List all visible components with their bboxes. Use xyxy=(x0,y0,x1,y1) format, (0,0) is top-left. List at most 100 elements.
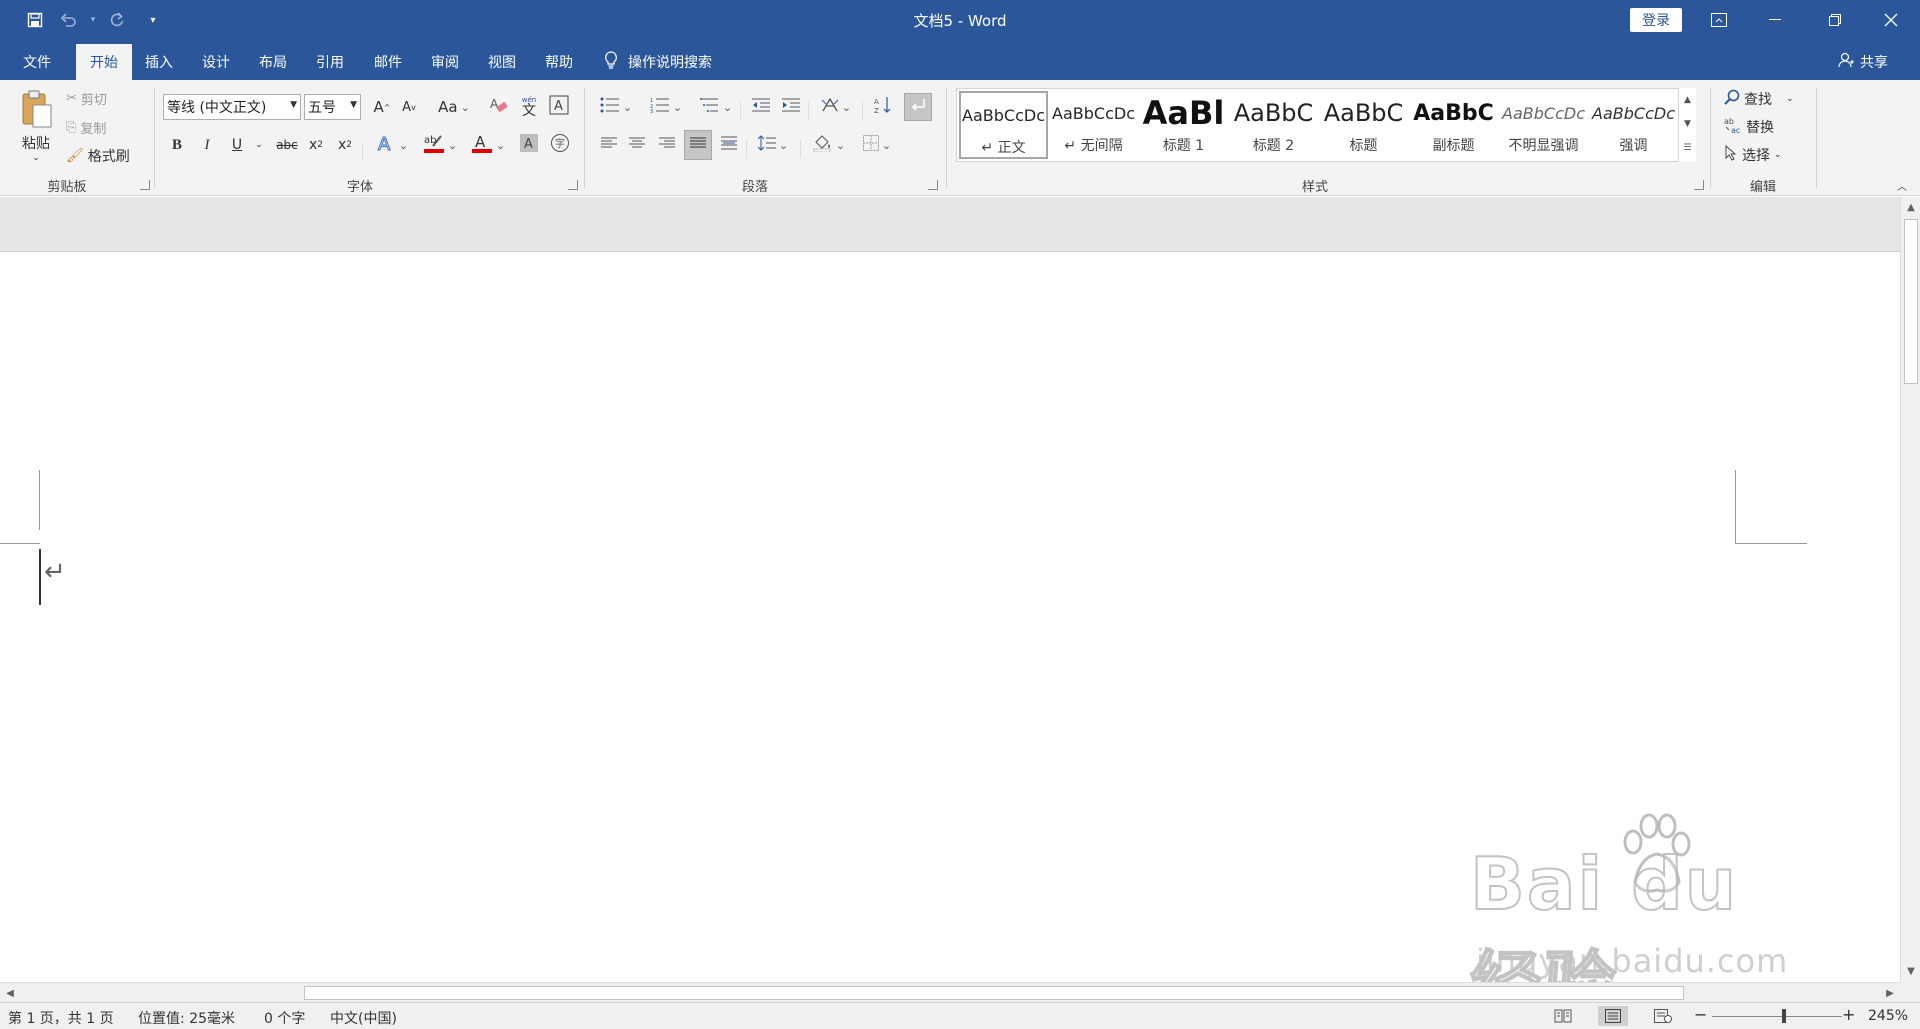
style-normal[interactable]: AaBbCcDc ↵ 正文 xyxy=(959,91,1048,159)
vertical-scrollbar[interactable]: ▲ ▼ xyxy=(1900,197,1920,982)
enclose-characters-button[interactable]: 字 xyxy=(547,132,573,158)
gallery-more-icon[interactable]: ☰ xyxy=(1679,136,1696,160)
justify-button[interactable] xyxy=(684,130,712,160)
style-subtle-emphasis[interactable]: AaBbCcDc 不明显强调 xyxy=(1499,91,1588,159)
cut-button[interactable]: ✂ 剪切 xyxy=(66,88,107,108)
underline-button[interactable]: U xyxy=(226,132,248,158)
style-emphasis[interactable]: AaBbCcDc 强调 xyxy=(1589,91,1678,159)
tell-me-search[interactable]: 操作说明搜索 xyxy=(604,44,712,80)
change-case-button[interactable]: Aa xyxy=(432,94,476,120)
tab-layout[interactable]: 布局 xyxy=(250,44,296,80)
tab-help[interactable]: 帮助 xyxy=(536,44,582,80)
tab-file[interactable]: 文件 xyxy=(14,44,60,80)
strikethrough-button[interactable]: abc xyxy=(274,132,300,158)
align-center-button[interactable] xyxy=(624,132,650,158)
scroll-down-icon[interactable]: ▼ xyxy=(1903,963,1919,979)
bullets-button[interactable] xyxy=(594,94,638,120)
underline-dropdown-icon[interactable]: ⌄ xyxy=(252,132,266,158)
subscript-button[interactable]: x2 xyxy=(305,132,327,158)
font-dialog-launcher-icon[interactable] xyxy=(568,180,578,190)
borders-button[interactable] xyxy=(856,132,898,158)
bold-button[interactable]: B xyxy=(166,132,188,158)
copy-button[interactable]: ⎘ 复制 xyxy=(66,117,106,137)
highlight-color-button[interactable]: ab xyxy=(420,130,460,160)
paste-button[interactable]: 粘贴 ⌄ xyxy=(14,86,58,166)
tab-review[interactable]: 审阅 xyxy=(422,44,468,80)
chevron-down-icon[interactable]: ▼ xyxy=(350,100,357,110)
replace-button[interactable]: ab ac 替换 xyxy=(1724,116,1774,138)
text-effects-button[interactable]: A xyxy=(372,132,412,158)
scroll-up-icon[interactable]: ▲ xyxy=(1903,199,1919,215)
superscript-button[interactable]: x2 xyxy=(334,132,356,158)
tab-references[interactable]: 引用 xyxy=(307,44,353,80)
decrease-indent-button[interactable] xyxy=(748,94,774,120)
paste-dropdown-icon[interactable]: ⌄ xyxy=(32,153,40,163)
chevron-down-icon[interactable]: ⌄ xyxy=(1786,94,1794,104)
character-border-button[interactable]: A xyxy=(547,94,571,120)
align-right-button[interactable] xyxy=(654,132,680,158)
font-family-combo[interactable]: 等线 (中文正文) ▼ xyxy=(163,94,301,120)
word-count[interactable]: 0 个字 xyxy=(264,1008,305,1028)
zoom-in-icon[interactable]: + xyxy=(1842,1005,1855,1024)
login-button[interactable]: 登录 xyxy=(1630,8,1682,32)
page-count[interactable]: 第 1 页，共 1 页 xyxy=(8,1008,114,1028)
undo-dropdown-icon[interactable]: ▾ xyxy=(80,8,106,32)
style-heading-1[interactable]: AaBl 标题 1 xyxy=(1139,91,1228,159)
undo-icon[interactable] xyxy=(56,8,82,32)
document-page[interactable]: ↵ Bai du 经验 jingyan.baidu.com xyxy=(0,252,1900,982)
select-button[interactable]: 选择 ⌄ xyxy=(1724,144,1782,166)
shading-button[interactable] xyxy=(808,132,850,158)
zoom-slider-thumb[interactable] xyxy=(1781,1009,1786,1023)
save-icon[interactable] xyxy=(22,8,48,32)
character-shading-button[interactable]: A xyxy=(516,132,542,158)
styles-dialog-launcher-icon[interactable] xyxy=(1694,180,1704,190)
tab-home[interactable]: 开始 xyxy=(76,44,132,80)
print-layout-icon[interactable] xyxy=(1598,1006,1628,1026)
scroll-left-icon[interactable]: ◀ xyxy=(2,985,18,1001)
paragraph-dialog-launcher-icon[interactable] xyxy=(928,180,938,190)
numbering-button[interactable]: 123 xyxy=(644,94,688,120)
horizontal-scrollbar[interactable]: ◀ ▶ xyxy=(0,982,1900,1002)
style-subtitle[interactable]: AaBbC 副标题 xyxy=(1409,91,1498,159)
clear-formatting-button[interactable]: A xyxy=(486,94,512,120)
share-button[interactable]: 共享 xyxy=(1838,44,1888,80)
read-mode-icon[interactable] xyxy=(1548,1006,1578,1026)
style-no-spacing[interactable]: AaBbCcDc ↵ 无间隔 xyxy=(1049,91,1138,159)
gallery-up-icon[interactable]: ▲ xyxy=(1679,88,1696,112)
style-title[interactable]: AaBbC 标题 xyxy=(1319,91,1408,159)
multilevel-list-button[interactable] xyxy=(694,94,738,120)
format-painter-button[interactable]: 🖌 格式刷 xyxy=(66,146,130,166)
zoom-out-icon[interactable]: − xyxy=(1694,1005,1707,1024)
line-spacing-button[interactable] xyxy=(752,132,794,158)
tab-design[interactable]: 设计 xyxy=(193,44,239,80)
redo-icon[interactable] xyxy=(104,8,130,32)
vertical-position[interactable]: 位置值: 25毫米 xyxy=(138,1008,235,1028)
horizontal-scroll-thumb[interactable] xyxy=(304,986,1684,1000)
zoom-level[interactable]: 245% xyxy=(1868,1008,1908,1024)
phonetic-guide-button[interactable]: wén 文 xyxy=(516,92,542,122)
restore-icon[interactable] xyxy=(1812,0,1858,40)
tab-view[interactable]: 视图 xyxy=(479,44,525,80)
style-heading-2[interactable]: AaBbC 标题 2 xyxy=(1229,91,1318,159)
chevron-down-icon[interactable]: ▼ xyxy=(290,100,297,110)
font-size-combo[interactable]: 五号 ▼ xyxy=(304,94,361,120)
ribbon-display-options-icon[interactable] xyxy=(1696,0,1742,40)
find-button[interactable]: 查找 ⌄ xyxy=(1724,88,1794,110)
shrink-font-button[interactable]: Av xyxy=(397,94,421,120)
sort-button[interactable]: AZ xyxy=(870,94,896,120)
web-layout-icon[interactable] xyxy=(1648,1006,1678,1026)
close-icon[interactable] xyxy=(1868,0,1914,40)
scroll-right-icon[interactable]: ▶ xyxy=(1882,985,1898,1001)
zoom-slider[interactable] xyxy=(1712,1016,1842,1017)
gallery-down-icon[interactable]: ▼ xyxy=(1679,112,1696,136)
align-left-button[interactable] xyxy=(596,132,622,158)
language-indicator[interactable]: 中文(中国) xyxy=(330,1008,397,1028)
tab-mailings[interactable]: 邮件 xyxy=(365,44,411,80)
vertical-scroll-thumb[interactable] xyxy=(1904,219,1918,384)
italic-button[interactable]: I xyxy=(196,132,218,158)
minimize-icon[interactable] xyxy=(1752,0,1798,40)
increase-indent-button[interactable] xyxy=(778,94,804,120)
chevron-down-icon[interactable]: ⌄ xyxy=(1774,150,1782,160)
grow-font-button[interactable]: A ^ xyxy=(370,94,394,120)
tab-insert[interactable]: 插入 xyxy=(136,44,182,80)
